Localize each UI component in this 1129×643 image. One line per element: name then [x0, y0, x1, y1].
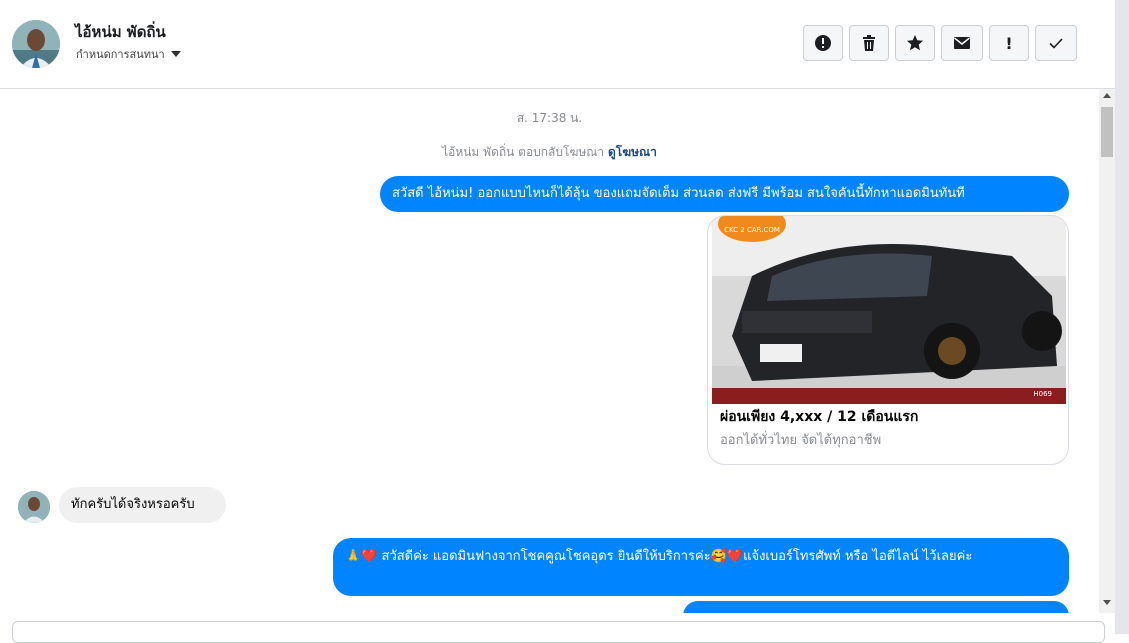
conversation-header: ไอ้หน่ม พัดถิ่น กำหนดการสนทนา !	[0, 0, 1115, 89]
thread-scrollbar[interactable]	[1099, 89, 1115, 613]
ad-logo-text: CKC 2 CAR.COM	[724, 226, 780, 234]
conversation-toolbar: !	[803, 25, 1077, 61]
trash-icon	[863, 35, 875, 51]
incoming-message[interactable]: ทักครับได้จริงหรอครับ	[59, 487, 226, 523]
mark-important-button[interactable]: !	[989, 25, 1029, 61]
star-icon	[907, 35, 923, 51]
ad-card-subtitle: ออกได้ทั่วไทย จัดได้ทุกอาชีพ	[720, 433, 882, 448]
outgoing-message-partial[interactable]	[683, 601, 1069, 613]
ad-card[interactable]: CKC 2 CAR.COM H069 ผ่อนเพียง 4,xxx / 12 …	[707, 215, 1069, 465]
scroll-down-arrow-icon[interactable]	[1103, 600, 1111, 605]
ad-reply-text: ไอ้หน่ม พัดถิ่น ตอบกลับโฆษณา	[442, 145, 605, 159]
star-button[interactable]	[895, 25, 935, 61]
contact-avatar[interactable]	[12, 20, 60, 68]
ad-image-code: H069	[1033, 390, 1052, 398]
caret-down-icon	[170, 51, 181, 57]
delete-button[interactable]	[849, 25, 889, 61]
message-thread[interactable]: ส. 17:38 น. ไอ้หน่ม พัดถิ่น ตอบกลับโฆษณา…	[0, 89, 1099, 613]
contact-name: ไอ้หน่ม พัดถิ่น	[75, 23, 166, 41]
outgoing-message[interactable]: 🙏❤️ สวัสดีค่ะ แอดมินฟางจากโชคคูณโชคอุดร …	[333, 538, 1069, 596]
scroll-thumb[interactable]	[1101, 107, 1113, 157]
assign-label: กำหนดการสนทนา	[76, 48, 165, 61]
check-icon	[1049, 38, 1063, 49]
customer-avatar[interactable]	[18, 491, 50, 523]
view-ad-link[interactable]: ดูโฆษณา	[608, 145, 657, 159]
ad-car-image: CKC 2 CAR.COM H069	[712, 216, 1066, 404]
mark-done-button[interactable]	[1035, 25, 1077, 61]
ad-reply-notice: ไอ้หน่ม พัดถิ่น ตอบกลับโฆษณา ดูโฆษณา	[0, 143, 1099, 162]
message-composer[interactable]	[12, 621, 1105, 643]
important-label: !	[1005, 33, 1013, 53]
mark-unread-button[interactable]	[941, 25, 983, 61]
alert-circle-icon	[815, 35, 831, 51]
ad-card-title: ผ่อนเพียง 4,xxx / 12 เดือนแรก	[720, 409, 919, 425]
mark-spam-button[interactable]	[803, 25, 843, 61]
envelope-icon	[954, 37, 970, 49]
message-timestamp: ส. 17:38 น.	[516, 111, 583, 125]
scroll-up-arrow-icon[interactable]	[1103, 93, 1111, 98]
outgoing-message[interactable]: สวัสดี ไอ้หน่ม! ออกแบบไหนก็ได้ลุ้น ของแถ…	[380, 176, 1069, 212]
assign-conversation-dropdown[interactable]: กำหนดการสนทนา	[76, 45, 181, 63]
right-edge-panel	[1115, 0, 1129, 634]
